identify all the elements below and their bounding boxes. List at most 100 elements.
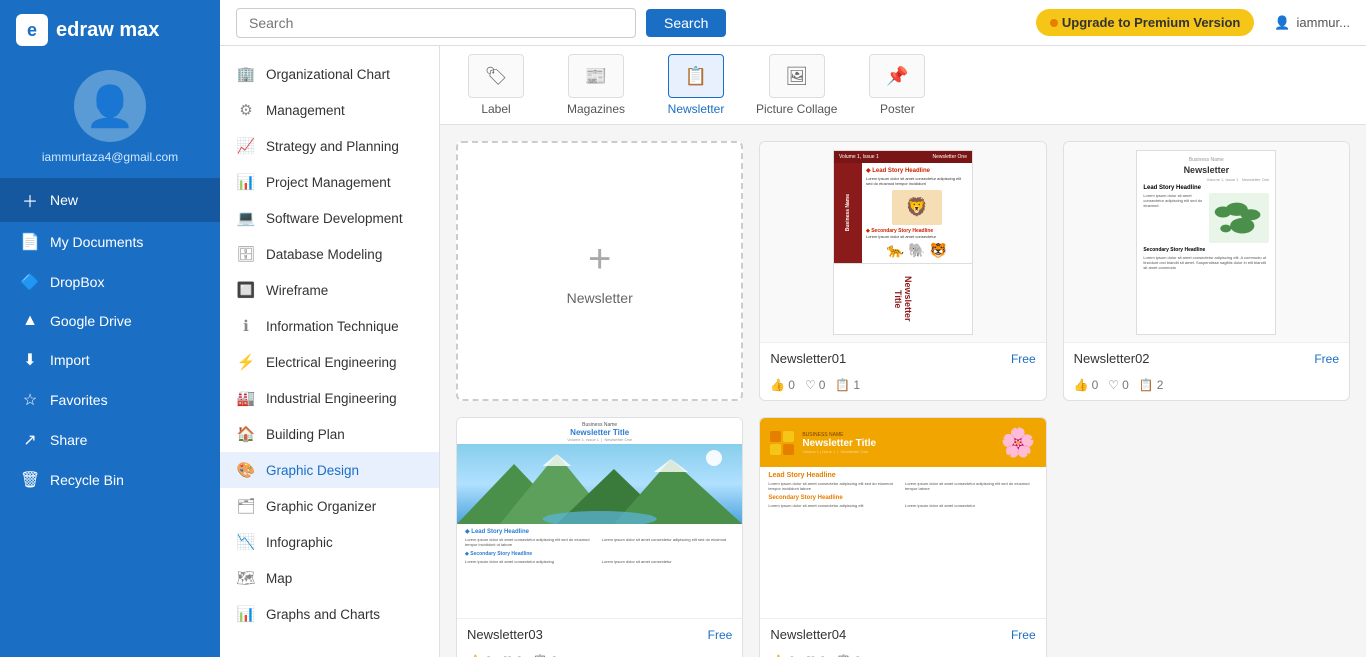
new-template-card[interactable]: + Newsletter bbox=[456, 141, 743, 401]
template-stats-orange: 👍 0 ♡ 0 📋 0 bbox=[760, 650, 1045, 657]
picture-collage-cat-label: Picture Collage bbox=[756, 102, 837, 116]
magazines-cat-label: Magazines bbox=[567, 102, 625, 116]
sidebar-item-dropbox[interactable]: 🔷 DropBox bbox=[0, 262, 220, 302]
import-icon: ⬇ bbox=[20, 350, 40, 370]
user-menu[interactable]: 👤 iammur... bbox=[1274, 15, 1350, 31]
new-template-content: + Newsletter bbox=[567, 237, 633, 306]
poster-cat-label: Poster bbox=[880, 102, 915, 116]
mid-nav-label-information-technique: Information Technique bbox=[266, 319, 399, 334]
avatar-icon: 👤 bbox=[85, 83, 135, 130]
template-card-newsletter-orange[interactable]: BUSINESS NAME Newsletter Title Volume 1 … bbox=[759, 417, 1046, 657]
mid-nav-label-wireframe: Wireframe bbox=[266, 283, 328, 298]
mid-nav-item-electrical-engineering[interactable]: ⚡ Electrical Engineering bbox=[220, 344, 439, 380]
mid-nav-label-graphic-organizer: Graphic Organizer bbox=[266, 499, 376, 514]
template-preview-blue: Business Name Newsletter Title Volume 1,… bbox=[457, 418, 742, 618]
sidebar-item-recycle-bin[interactable]: 🗑 Recycle Bin bbox=[0, 460, 220, 500]
template-footer-orange: Newsletter04 Free bbox=[760, 618, 1045, 650]
template-stats-nl02: 👍 0 ♡ 0 📋 2 bbox=[1064, 374, 1349, 400]
template-card-newsletter02[interactable]: Business Name Newsletter Volume 1, Issue… bbox=[1063, 141, 1350, 401]
new-icon: ＋ bbox=[20, 188, 40, 212]
mid-nav-item-graphic-organizer[interactable]: 🗂 Graphic Organizer bbox=[220, 488, 439, 524]
mid-nav-item-infographic[interactable]: 📉 Infographic bbox=[220, 524, 439, 560]
sidebar-navigation: ＋ New 📄 My Documents 🔷 DropBox ▲ Google … bbox=[0, 178, 220, 500]
category-newsletter[interactable]: 📋 Newsletter bbox=[656, 54, 736, 116]
mid-nav-label-management: Management bbox=[266, 103, 345, 118]
sidebar-item-share[interactable]: ↗ Share bbox=[0, 420, 220, 460]
my-documents-icon: 📄 bbox=[20, 232, 40, 252]
category-picture-collage[interactable]: 🖼 Picture Collage bbox=[756, 54, 837, 116]
mid-nav-label-infographic: Infographic bbox=[266, 535, 333, 550]
plus-icon: + bbox=[588, 237, 611, 282]
logo-icon: e bbox=[16, 14, 48, 46]
mid-nav-item-database-modeling[interactable]: 🗄 Database Modeling bbox=[220, 236, 439, 272]
template-name-orange: Newsletter04 bbox=[770, 627, 846, 642]
template-free-orange: Free bbox=[1011, 628, 1036, 642]
mid-nav-item-information-technique[interactable]: ℹ Information Technique bbox=[220, 308, 439, 344]
content-area: 🏷 Label 📰 Magazines 📋 Newsletter 🖼 Pictu… bbox=[440, 46, 1366, 657]
mid-nav-item-wireframe[interactable]: 🔲 Wireframe bbox=[220, 272, 439, 308]
copies-nl01: 📋 1 bbox=[835, 378, 860, 392]
mid-nav-item-building-plan[interactable]: 🏠 Building Plan bbox=[220, 416, 439, 452]
sidebar-item-favorites[interactable]: ☆ Favorites bbox=[0, 380, 220, 420]
label-cat-label: Label bbox=[481, 102, 510, 116]
mid-nav-item-organizational-chart[interactable]: 🏢 Organizational Chart bbox=[220, 56, 439, 92]
wireframe-nav-icon: 🔲 bbox=[236, 281, 256, 299]
map-nav-icon: 🗺 bbox=[236, 569, 256, 587]
mid-nav-item-graphs-charts[interactable]: 📊 Graphs and Charts bbox=[220, 596, 439, 632]
sidebar-label-google-drive: Google Drive bbox=[50, 313, 132, 329]
newsletter-cat-label: Newsletter bbox=[668, 102, 725, 116]
mid-nav-label-industrial-engineering: Industrial Engineering bbox=[266, 391, 397, 406]
graphic-design-nav-icon: 🎨 bbox=[236, 461, 256, 479]
template-preview-orange: BUSINESS NAME Newsletter Title Volume 1 … bbox=[760, 418, 1045, 618]
sidebar-item-import[interactable]: ⬇ Import bbox=[0, 340, 220, 380]
mid-nav-item-industrial-engineering[interactable]: 🏭 Industrial Engineering bbox=[220, 380, 439, 416]
sidebar-label-new: New bbox=[50, 192, 78, 208]
strategy-planning-nav-icon: 📈 bbox=[236, 137, 256, 155]
template-name-nl02: Newsletter02 bbox=[1074, 351, 1150, 366]
sidebar-label-share: Share bbox=[50, 432, 87, 448]
sidebar-label-import: Import bbox=[50, 352, 90, 368]
sidebar-item-new[interactable]: ＋ New bbox=[0, 178, 220, 222]
search-button[interactable]: Search bbox=[646, 9, 726, 37]
upgrade-dot-icon bbox=[1050, 19, 1058, 27]
sidebar-label-dropbox: DropBox bbox=[50, 274, 104, 290]
sidebar: e edraw max 👤 iammurtaza4@gmail.com ＋ Ne… bbox=[0, 0, 220, 657]
sidebar-item-google-drive[interactable]: ▲ Google Drive bbox=[0, 302, 220, 340]
mid-nav-item-project-management[interactable]: 📊 Project Management bbox=[220, 164, 439, 200]
google-drive-icon: ▲ bbox=[20, 312, 40, 330]
topbar: Search Upgrade to Premium Version 👤 iamm… bbox=[220, 0, 1366, 46]
mid-nav-item-graphic-design[interactable]: 🎨 Graphic Design bbox=[220, 452, 439, 488]
user-email: iammurtaza4@gmail.com bbox=[42, 150, 178, 164]
mid-nav-label-building-plan: Building Plan bbox=[266, 427, 345, 442]
template-free-blue: Free bbox=[708, 628, 733, 642]
mid-nav-item-map[interactable]: 🗺 Map bbox=[220, 560, 439, 596]
category-list: 🏷 Label 📰 Magazines 📋 Newsletter 🖼 Pictu… bbox=[456, 54, 937, 116]
electrical-engineering-nav-icon: ⚡ bbox=[236, 353, 256, 371]
new-template-label: Newsletter bbox=[567, 290, 633, 306]
picture-collage-cat-icon: 🖼 bbox=[769, 54, 825, 98]
sidebar-item-my-documents[interactable]: 📄 My Documents bbox=[0, 222, 220, 262]
poster-cat-icon: 📌 bbox=[869, 54, 925, 98]
template-footer-nl02: Newsletter02 Free bbox=[1064, 342, 1349, 374]
upgrade-button[interactable]: Upgrade to Premium Version bbox=[1036, 9, 1254, 36]
mid-nav-label-organizational-chart: Organizational Chart bbox=[266, 67, 390, 82]
mid-nav-item-software-development[interactable]: 💻 Software Development bbox=[220, 200, 439, 236]
category-magazines[interactable]: 📰 Magazines bbox=[556, 54, 636, 116]
category-label[interactable]: 🏷 Label bbox=[456, 54, 536, 116]
user-short-name: iammur... bbox=[1297, 15, 1350, 30]
building-plan-nav-icon: 🏠 bbox=[236, 425, 256, 443]
user-profile-area: 👤 iammurtaza4@gmail.com bbox=[0, 60, 220, 178]
category-scroll: 🏷 Label 📰 Magazines 📋 Newsletter 🖼 Pictu… bbox=[440, 46, 1366, 125]
category-poster[interactable]: 📌 Poster bbox=[857, 54, 937, 116]
user-avatar-small: 👤 bbox=[1274, 15, 1290, 31]
mid-nav-item-management[interactable]: ⚙ Management bbox=[220, 92, 439, 128]
template-name-nl01: Newsletter01 bbox=[770, 351, 846, 366]
template-card-newsletter01[interactable]: Volume 1, Issue 1Newsletter One Business… bbox=[759, 141, 1046, 401]
template-stats-blue: 👍 0 ♡ 0 📋 0 bbox=[457, 650, 742, 657]
mid-nav-label-project-management: Project Management bbox=[266, 175, 391, 190]
search-input[interactable] bbox=[236, 8, 636, 38]
template-stats-nl01: 👍 0 ♡ 0 📋 1 bbox=[760, 374, 1045, 400]
mid-nav-item-strategy-planning[interactable]: 📈 Strategy and Planning bbox=[220, 128, 439, 164]
sidebar-label-recycle-bin: Recycle Bin bbox=[50, 472, 124, 488]
template-card-newsletter-blue[interactable]: Business Name Newsletter Title Volume 1,… bbox=[456, 417, 743, 657]
